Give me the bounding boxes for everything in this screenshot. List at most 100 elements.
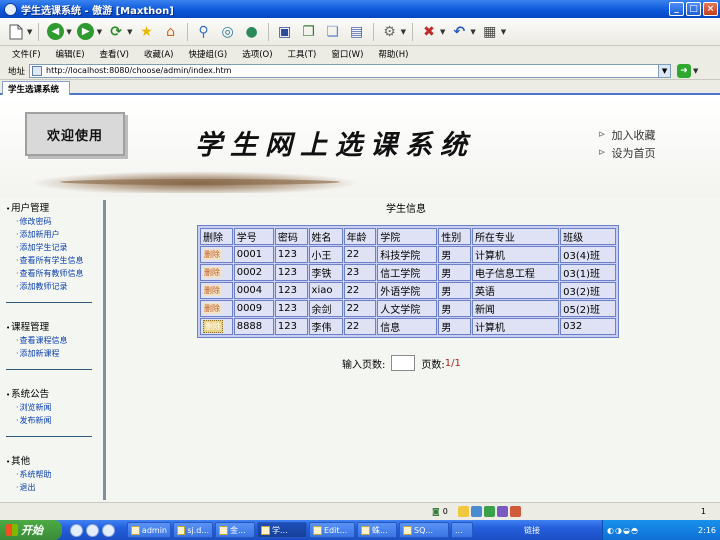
delete-link[interactable]: 删除 [203,249,221,260]
sidebar-link-logout[interactable]: 退出 [6,481,99,494]
delete-link[interactable]: 删除 [203,303,221,314]
task-button[interactable]: 蛛... [357,522,397,538]
cell: 123 [274,264,308,281]
address-dropdown-icon[interactable]: ▼ [659,63,672,78]
col-header: 姓名 [308,228,343,245]
save-icon[interactable]: ▣ [275,22,295,42]
task-label: SQ... [414,525,434,535]
chevron-down-icon[interactable]: ▼ [470,28,475,36]
sidebar-link-view-courses[interactable]: 查看课程信息 [6,334,99,347]
task-button[interactable]: 学... [257,522,307,538]
sidebar-section-course: 课程管理 查看课程信息 添加新课程 [6,319,99,370]
history-icon[interactable]: ◎ [218,22,238,42]
chevron-down-icon[interactable]: ▼ [97,28,102,36]
sidebar-link-publish-news[interactable]: 发布新闻 [6,414,99,427]
cell: 信息 [377,318,438,335]
status-icon[interactable] [470,506,482,517]
menu-file[interactable]: 文件(F) [12,48,41,60]
folder-icon [131,525,140,535]
layout-icon[interactable]: ▦ [480,22,500,42]
cell: 计算机 [471,246,560,263]
quick-launch-icon[interactable] [70,523,83,537]
delete-link[interactable]: 删除 [203,320,223,333]
task-label: sj.d... [187,525,209,535]
copy-page-icon[interactable]: ❐ [299,22,319,42]
sidebar-link-add-student[interactable]: 添加学生记录 [6,241,99,254]
search-icon[interactable]: ⚲ [194,22,214,42]
menu-tools[interactable]: 工具(T) [288,48,317,60]
sidebar-link-change-password[interactable]: 修改密码 [6,215,99,228]
chevron-down-icon[interactable]: ▼ [501,28,506,36]
task-button[interactable]: ... [451,522,473,538]
set-homepage-link[interactable]: ⊳ 设为首页 [598,145,656,161]
close-tab-icon[interactable]: ✖ [419,22,439,42]
status-icon[interactable] [509,506,521,517]
sidebar-link-add-teacher[interactable]: 添加教师记录 [6,280,99,293]
menu-options[interactable]: 选项(O) [242,48,272,60]
status-icon[interactable] [496,506,508,517]
task-button[interactable]: SQ... [399,522,449,538]
toolbar-divider [372,22,374,41]
menu-help[interactable]: 帮助(H) [378,48,408,60]
table-row: 删除 0002 123 李铁 23 信工学院 男 电子信息工程 03(1)班 [200,264,616,281]
page-number-input[interactable] [391,355,416,371]
status-icon[interactable] [457,506,469,517]
forward-icon[interactable]: ▶ [76,22,96,42]
open-folder-icon[interactable]: ❏ [323,22,343,42]
links-toolbar-label[interactable]: 链接 [524,525,540,536]
add-favorite-link[interactable]: ⊳ 加入收藏 [598,127,656,143]
menu-groups[interactable]: 快捷组(G) [188,48,227,60]
cell: 0009 [233,300,274,317]
delete-link[interactable]: 删除 [203,285,221,296]
chevron-down-icon[interactable]: ▼ [127,28,132,36]
delete-link[interactable]: 删除 [203,267,221,278]
minimize-button[interactable]: _ [669,2,684,16]
refresh-icon[interactable]: ⟳ [106,22,126,42]
status-icon[interactable] [483,506,495,517]
tray-icons[interactable]: ◐◑◒◓ [607,526,639,535]
start-button[interactable]: 开始 [0,520,62,540]
address-input[interactable] [46,66,637,75]
sidebar-link-browse-news[interactable]: 浏览新闻 [6,401,99,414]
back-icon[interactable]: ◀ [45,22,65,42]
menu-window[interactable]: 窗口(W) [331,48,363,60]
menu-favorites[interactable]: 收藏(A) [144,48,173,60]
task-button[interactable]: 金... [215,522,255,538]
chevron-down-icon[interactable]: ▼ [66,28,71,36]
tab-student-system[interactable]: 学生选课系统 [2,81,70,95]
sidebar-link-view-students[interactable]: 查看所有学生信息 [6,254,99,267]
sidebar-link-help[interactable]: 系统帮助 [6,468,99,481]
task-button[interactable]: Edit... [309,522,355,538]
arrow-right-icon: ⊳ [598,148,606,158]
chevron-down-icon[interactable]: ▼ [27,28,32,36]
task-button[interactable]: admin [127,522,171,538]
maximize-button[interactable]: □ [686,2,701,16]
edit-page-icon[interactable]: ▤ [347,22,367,42]
cell: 男 [438,318,471,335]
quick-launch-icon[interactable] [86,523,99,537]
set-homepage-label: 设为首页 [611,147,656,160]
sidebar-link-add-user[interactable]: 添加新用户 [6,228,99,241]
cell: 计算机 [471,318,560,335]
home-icon[interactable]: ⌂ [161,22,181,42]
table-row: 删除 0009 123 余剑 22 人文学院 男 新闻 05(2)班 [200,300,616,317]
task-button[interactable]: sj.d... [173,522,213,538]
sidebar-link-view-teachers[interactable]: 查看所有教师信息 [6,267,99,280]
quick-launch-icon[interactable] [102,523,115,537]
chevron-down-icon[interactable]: ▼ [693,67,698,75]
menu-view[interactable]: 查看(V) [100,48,129,60]
chevron-down-icon[interactable]: ▼ [440,28,445,36]
status-popup-blocker[interactable]: ◙ 0 [432,507,448,516]
globe-icon[interactable]: ● [242,22,262,42]
settings-gear-icon[interactable]: ⚙ [380,22,400,42]
undo-icon[interactable]: ↶ [449,22,469,42]
menu-edit[interactable]: 编辑(E) [56,48,85,60]
chevron-down-icon[interactable]: ▼ [401,28,406,36]
cell: 新闻 [471,300,560,317]
go-arrow-icon[interactable]: ➜ [677,63,692,78]
cell: 0001 [233,246,274,263]
close-button[interactable]: × [703,2,718,16]
favorite-star-icon[interactable]: ★ [137,22,157,42]
new-page-icon[interactable] [6,22,26,42]
sidebar-link-add-course[interactable]: 添加新课程 [6,347,99,360]
